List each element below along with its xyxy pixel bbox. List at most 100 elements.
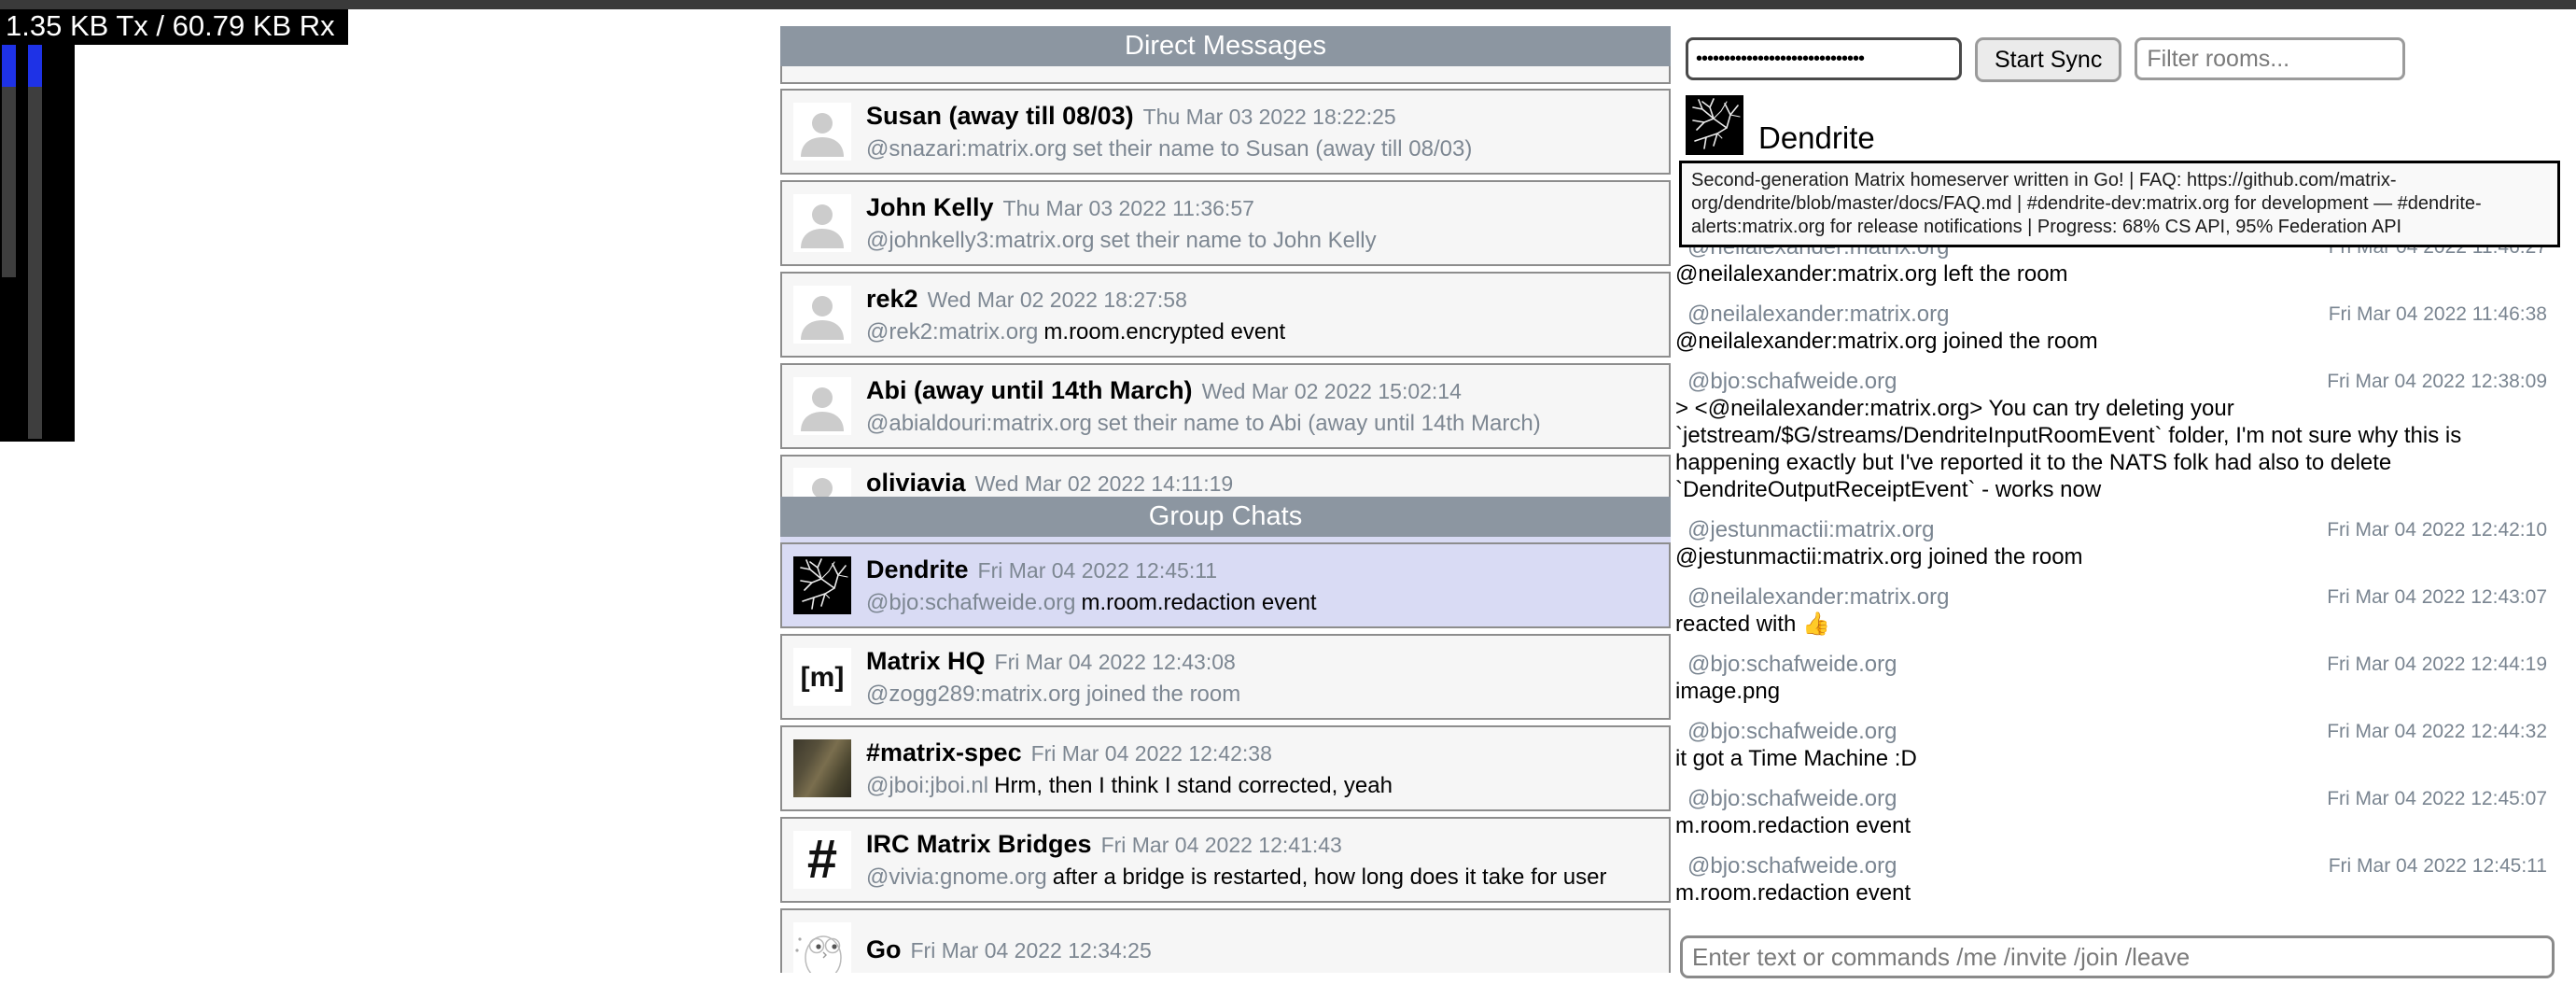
message-timestamp: Fri Mar 04 2022 12:45:11 [2329,852,2569,879]
network-monitor [0,9,75,442]
last-event: Hrm, then I think I stand corrected, yea… [994,773,1393,798]
message-body: reacted with 👍 [1675,611,2569,638]
message-body: m.room.redaction event [1675,879,2569,907]
room-name: #matrix-spec [866,738,1022,766]
message-timeline: @neilalexander:matrix.org Fri Mar 04 2022… [1675,233,2569,926]
sync-toolbar: Start Sync [1686,37,2569,82]
message-timestamp: Fri Mar 04 2022 12:42:10 [2327,516,2569,543]
person-avatar-icon [793,194,851,252]
rx-bar-gray [28,87,42,439]
group-row-matrix-spec[interactable]: #matrix-spec Fri Mar 04 2022 12:42:38 @jb… [780,725,1671,811]
room-timestamp: Wed Mar 02 2022 15:02:14 [1202,379,1462,403]
dm-row-abi[interactable]: Abi (away until 14th March) Wed Mar 02 20… [780,363,1671,449]
room-timestamp: Fri Mar 04 2022 12:42:38 [1031,741,1272,766]
message-sender: @bjo:schafweide.org [1675,852,1897,879]
last-event: set their name to Susan (away till 08/03… [1072,136,1472,162]
message-composer-input[interactable] [1680,935,2555,978]
filter-rooms-input[interactable] [2135,37,2405,80]
last-sender: @snazari:matrix.org [866,136,1067,162]
room-name: rek2 [866,285,918,313]
message-timestamp: Fri Mar 04 2022 12:43:07 [2327,583,2569,611]
last-event: m.room.encrypted event [1043,319,1285,344]
dm-row-rek2[interactable]: rek2 Wed Mar 02 2022 18:27:58 @rek2:matri… [780,272,1671,358]
message-sender: @bjo:schafweide.org [1675,718,1897,745]
message-sender: @neilalexander:matrix.org [1675,583,1950,611]
person-avatar-icon [793,468,851,497]
message: @bjo:schafweide.org Fri Mar 04 2022 12:38… [1675,368,2569,503]
message-body: @jestunmactii:matrix.org joined the room [1675,543,2569,570]
room-name: oliviavia [866,469,966,497]
message: @neilalexander:matrix.org Fri Mar 04 2022… [1675,583,2569,638]
dendrite-avatar-icon [793,556,851,614]
matrix-logo-icon: [m] [793,648,851,706]
message: @bjo:schafweide.org Fri Mar 04 2022 12:44… [1675,718,2569,772]
photo-avatar-icon [793,739,851,797]
last-sender: @jboi:jboi.nl [866,773,988,798]
message-timestamp: Fri Mar 04 2022 12:38:09 [2327,368,2569,395]
message: @jestunmactii:matrix.orgFri Mar 04 2022 … [1675,516,2569,570]
room-list: Direct Messages Susan (away till 08/03)T… [780,26,1671,973]
last-event: joined the room [1086,682,1240,707]
message-body: image.png [1675,678,2569,705]
group-row-matrix-hq[interactable]: [m] Matrix HQFri Mar 04 2022 12:43:08 @z… [780,634,1671,720]
message-timestamp: Fri Mar 04 2022 11:46:38 [2329,301,2569,328]
message-body: it got a Time Machine :D [1675,745,2569,772]
message-body: > <@neilalexander:matrix.org> You can tr… [1675,395,2569,503]
group-row-text: IRC Matrix BridgesFri Mar 04 2022 12:41:… [866,829,1606,892]
group-row-dendrite[interactable]: DendriteFri Mar 04 2022 12:45:11 @bjo:sc… [780,542,1671,628]
access-token-input[interactable] [1686,37,1962,80]
dm-row-oliviavia[interactable]: oliviavia Wed Mar 02 2022 14:11:19 [780,455,1671,497]
message-sender: @bjo:schafweide.org [1675,651,1897,678]
group-row-text: #matrix-spec Fri Mar 04 2022 12:42:38 @jb… [866,738,1393,800]
room-timestamp: Wed Mar 02 2022 18:27:58 [928,288,1187,312]
group-row-text: DendriteFri Mar 04 2022 12:45:11 @bjo:sc… [866,555,1317,617]
dm-row-text: John KellyThu Mar 03 2022 11:36:57 @john… [866,192,1377,255]
group-row-text: Go Fri Mar 04 2022 12:34:25 [866,935,1152,969]
room-title: Dendrite [1758,122,1875,155]
person-avatar-icon [793,377,851,435]
message: @neilalexander:matrix.orgFri Mar 04 2022… [1675,301,2569,355]
room-timestamp: Fri Mar 04 2022 12:34:25 [911,938,1152,963]
last-event: m.room.redaction event [1081,590,1316,615]
dm-row-text: Susan (away till 08/03)Thu Mar 03 2022 1… [866,101,1472,163]
room-timestamp: Fri Mar 04 2022 12:45:11 [978,558,1218,583]
rx-bar-blue [28,42,42,87]
svg-text:[m]: [m] [801,662,845,693]
network-stats-label: 1.35 KB Tx / 60.79 KB Rx [0,9,348,45]
last-sender: @johnkelly3:matrix.org [866,228,1094,253]
person-avatar-icon [793,103,851,161]
message: @bjo:schafweide.org Fri Mar 04 2022 12:45… [1675,852,2569,907]
dm-row-text: oliviavia Wed Mar 02 2022 14:11:19 [866,468,1233,497]
last-sender: @rek2:matrix.org [866,319,1038,344]
room-name: Matrix HQ [866,647,986,675]
chat-panel: Start Sync Dendrite @neilalexander:matri… [1675,37,2569,984]
room-topic: Second-generation Matrix homeserver writ… [1679,161,2560,247]
hash-avatar-icon: # [793,831,851,889]
dendrite-room-avatar-icon [1686,95,1743,155]
room-name: Dendrite [866,555,969,583]
window-top-strip [0,0,2576,9]
room-name: Go [866,935,902,963]
dm-row-susan[interactable]: Susan (away till 08/03)Thu Mar 03 2022 1… [780,89,1671,175]
message-timestamp: Fri Mar 04 2022 12:44:32 [2327,718,2569,745]
group-row-go[interactable]: Go Fri Mar 04 2022 12:34:25 [780,908,1671,973]
last-sender: @zogg289:matrix.org [866,682,1081,707]
last-event: set their name to Abi (away until 14th M… [1098,411,1541,436]
dm-row-text: Abi (away until 14th March) Wed Mar 02 20… [866,375,1541,438]
room-name: Abi (away until 14th March) [866,376,1193,404]
message-timestamp: Fri Mar 04 2022 12:44:19 [2327,651,2569,678]
dm-row-john-kelly[interactable]: John KellyThu Mar 03 2022 11:36:57 @john… [780,180,1671,266]
message: @bjo:schafweide.orgFri Mar 04 2022 12:45… [1675,785,2569,839]
matrix-client-window: 1.35 KB Tx / 60.79 KB Rx Direct Messages… [0,0,2576,984]
partial-row-top [780,66,1671,84]
group-row-irc-matrix-bridges[interactable]: # IRC Matrix BridgesFri Mar 04 2022 12:4… [780,817,1671,903]
message: @bjo:schafweide.org Fri Mar 04 2022 12:44… [1675,651,2569,705]
gopher-avatar-icon [793,922,851,973]
message-sender: @bjo:schafweide.org [1675,368,1897,395]
start-sync-button[interactable]: Start Sync [1975,37,2121,82]
room-timestamp: Thu Mar 03 2022 11:36:57 [1003,196,1254,220]
last-event: set their name to John Kelly [1099,228,1376,253]
message-body: @neilalexander:matrix.org joined the roo… [1675,328,2569,355]
room-name: Susan (away till 08/03) [866,102,1134,130]
room-timestamp: Wed Mar 02 2022 14:11:19 [975,471,1234,496]
